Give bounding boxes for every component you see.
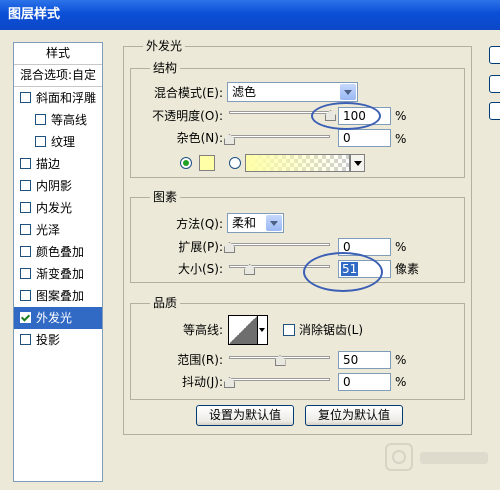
style-checkbox[interactable] xyxy=(20,312,31,323)
contour-label: 等高线: xyxy=(182,323,223,337)
solid-color-radio[interactable] xyxy=(180,157,192,169)
glow-color-swatch[interactable] xyxy=(199,155,215,171)
highlight-ellipse-size xyxy=(303,252,383,292)
opacity-label: 不透明度(O): xyxy=(152,109,223,123)
style-item-label: 纹理 xyxy=(51,135,76,149)
technique-value: 柔和 xyxy=(232,216,257,230)
style-list: 样式 混合选项:自定 斜面和浮雕等高线纹理描边内阴影内发光光泽颜色叠加渐变叠加图… xyxy=(13,42,103,482)
style-item[interactable]: 内发光 xyxy=(14,197,102,219)
gradient-radio[interactable] xyxy=(229,157,241,169)
noise-value: 0 xyxy=(343,131,351,145)
gradient-preview[interactable] xyxy=(245,154,350,172)
jitter-slider[interactable] xyxy=(224,374,330,388)
spread-slider[interactable] xyxy=(224,239,330,253)
window-title: 图层样式 xyxy=(8,7,61,22)
style-item[interactable]: 等高线 xyxy=(14,109,102,131)
style-item-label: 等高线 xyxy=(51,113,88,127)
style-checkbox[interactable] xyxy=(35,136,46,147)
cancel-button[interactable] xyxy=(489,75,500,93)
spread-label: 扩展(P): xyxy=(178,240,223,254)
range-value: 50 xyxy=(343,353,359,367)
style-item[interactable]: 渐变叠加 xyxy=(14,263,102,285)
size-label: 大小(S): xyxy=(177,262,223,276)
structure-title: 结构 xyxy=(150,61,181,75)
gradient-picker-button[interactable] xyxy=(350,154,365,172)
style-item-label: 描边 xyxy=(36,157,61,171)
style-item[interactable]: 投影 xyxy=(14,329,102,351)
style-checkbox[interactable] xyxy=(35,114,46,125)
jitter-field[interactable]: 0 xyxy=(338,373,391,391)
style-checkbox[interactable] xyxy=(20,290,31,301)
style-item-label: 颜色叠加 xyxy=(36,245,85,259)
ok-button[interactable] xyxy=(489,46,500,64)
style-item[interactable]: 描边 xyxy=(14,153,102,175)
style-item-label: 斜面和浮雕 xyxy=(36,91,97,105)
style-list-header[interactable]: 样式 xyxy=(14,43,102,65)
contour-preview[interactable] xyxy=(228,315,258,345)
technique-select[interactable]: 柔和 xyxy=(227,213,284,233)
noise-label: 杂色(N): xyxy=(176,131,223,145)
style-item-label: 光泽 xyxy=(36,223,61,237)
antialias-checkbox[interactable] xyxy=(283,324,295,336)
watermark-logo xyxy=(385,443,488,471)
checkmark-icon xyxy=(20,312,31,322)
chevron-down-icon xyxy=(266,215,282,231)
make-default-button[interactable]: 设置为默认值 xyxy=(196,405,294,426)
style-item-label: 渐变叠加 xyxy=(36,267,85,281)
style-item-label: 投影 xyxy=(36,333,61,347)
outer-glow-title: 外发光 xyxy=(143,39,186,53)
noise-slider[interactable] xyxy=(224,131,330,145)
style-item[interactable]: 图案叠加 xyxy=(14,285,102,307)
range-slider[interactable] xyxy=(229,352,330,366)
reset-default-button[interactable]: 复位为默认值 xyxy=(305,405,403,426)
style-checkbox[interactable] xyxy=(20,268,31,279)
style-item[interactable]: 斜面和浮雕 xyxy=(14,87,102,109)
style-item-label: 外发光 xyxy=(36,311,73,325)
chevron-down-icon xyxy=(340,84,356,100)
style-item-label: 图案叠加 xyxy=(36,289,85,303)
style-item[interactable]: 纹理 xyxy=(14,131,102,153)
contour-picker-button[interactable] xyxy=(258,315,268,345)
blend-mode-label: 混合模式(E): xyxy=(154,86,223,100)
style-checkbox[interactable] xyxy=(20,224,31,235)
range-field[interactable]: 50 xyxy=(338,351,391,369)
size-unit: 像素 xyxy=(395,262,420,276)
range-unit: % xyxy=(395,353,407,367)
style-checkbox[interactable] xyxy=(20,246,31,257)
noise-unit: % xyxy=(395,132,407,146)
style-item[interactable]: 光泽 xyxy=(14,219,102,241)
blend-options-item[interactable]: 混合选项:自定 xyxy=(14,65,102,87)
style-checkbox[interactable] xyxy=(20,92,31,103)
jitter-unit: % xyxy=(395,375,407,389)
style-item[interactable]: 颜色叠加 xyxy=(14,241,102,263)
style-checkbox[interactable] xyxy=(20,334,31,345)
blend-mode-value: 滤色 xyxy=(232,85,257,99)
jitter-label: 抖动(J): xyxy=(182,375,223,389)
technique-label: 方法(Q): xyxy=(176,217,223,231)
quality-title: 品质 xyxy=(150,296,181,310)
elements-title: 图素 xyxy=(150,190,181,204)
style-item-label: 内发光 xyxy=(36,201,73,215)
new-style-button[interactable] xyxy=(489,102,500,120)
spread-unit: % xyxy=(395,240,407,254)
highlight-ellipse-opacity xyxy=(311,102,381,130)
blend-mode-select[interactable]: 滤色 xyxy=(227,82,358,102)
style-checkbox[interactable] xyxy=(20,202,31,213)
opacity-unit: % xyxy=(395,109,407,123)
title-bar: 图层样式 xyxy=(0,0,500,30)
style-checkbox[interactable] xyxy=(20,180,31,191)
style-item-label: 内阴影 xyxy=(36,179,73,193)
jitter-value: 0 xyxy=(343,375,351,389)
style-item[interactable]: 外发光 xyxy=(14,307,102,329)
style-checkbox[interactable] xyxy=(20,158,31,169)
antialias-label: 消除锯齿(L) xyxy=(299,323,364,337)
style-item[interactable]: 内阴影 xyxy=(14,175,102,197)
noise-field[interactable]: 0 xyxy=(338,129,391,147)
range-label: 范围(R): xyxy=(177,353,223,367)
